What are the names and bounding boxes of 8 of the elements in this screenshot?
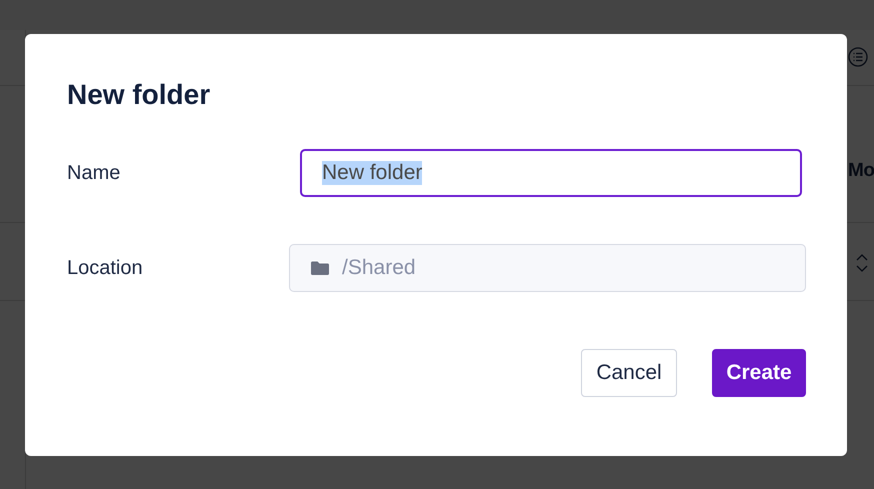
field-label: Name <box>67 162 122 184</box>
dialog-title: New folder <box>67 78 212 112</box>
column-heading: Mo <box>848 160 874 182</box>
folder-icon <box>310 260 330 276</box>
field-label: Location <box>67 256 144 280</box>
name-field[interactable]: New folder <box>300 149 802 197</box>
create-button[interactable]: Create <box>712 349 806 397</box>
cancel-button[interactable]: Cancel <box>581 349 677 397</box>
